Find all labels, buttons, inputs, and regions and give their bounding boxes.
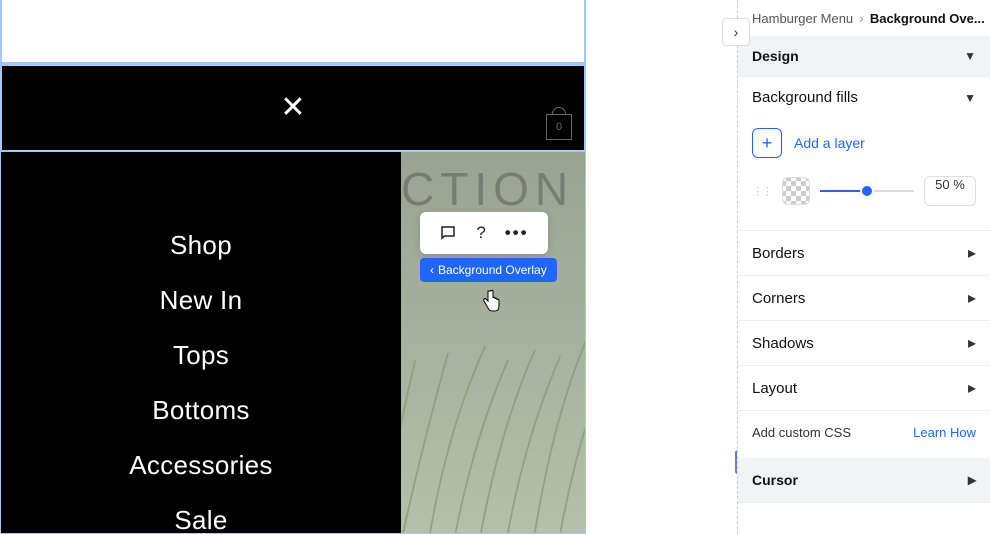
add-layer-row: + Add a layer xyxy=(752,128,976,158)
layout-row[interactable]: Layout ▸ xyxy=(738,365,990,410)
opacity-slider[interactable] xyxy=(820,181,914,201)
custom-css-label: Add custom CSS xyxy=(752,425,851,440)
caret-down-icon: ▼ xyxy=(964,91,976,105)
breadcrumb-parent[interactable]: Hamburger Menu xyxy=(752,11,853,26)
close-icon[interactable]: ✕ xyxy=(280,93,305,123)
canvas[interactable]: ✕ Shop New In Tops Bottoms Accessories S… xyxy=(0,0,738,534)
background-fills-body: + Add a layer ⋮⋮ 50 % xyxy=(738,118,990,230)
background-fills-header[interactable]: Background fills ▼ xyxy=(738,77,990,118)
add-layer-label[interactable]: Add a layer xyxy=(794,135,865,151)
shopping-bag-icon[interactable]: 0 xyxy=(546,114,572,140)
design-label: Design xyxy=(752,48,799,64)
menu-close-bar[interactable]: ✕ xyxy=(0,64,586,152)
background-grass-image xyxy=(401,323,585,533)
menu-item-bottoms[interactable]: Bottoms xyxy=(152,395,249,426)
preview-background: CTION xyxy=(401,152,585,533)
shadows-row[interactable]: Shadows ▸ xyxy=(738,320,990,365)
design-section-header[interactable]: Design ▼ xyxy=(738,36,990,77)
element-toolbar: ? ••• xyxy=(420,212,548,254)
preview-top-selection[interactable] xyxy=(0,0,586,64)
bag-count: 0 xyxy=(556,121,562,133)
chevron-left-icon: ‹ xyxy=(430,263,434,277)
hamburger-menu-overlay: Shop New In Tops Bottoms Accessories Sal… xyxy=(1,152,401,533)
opacity-input[interactable]: 50 % xyxy=(924,176,976,206)
cursor-label: Cursor xyxy=(752,472,798,488)
menu-item-accessories[interactable]: Accessories xyxy=(129,450,272,481)
background-heading-text: CTION xyxy=(401,162,574,216)
menu-item-shop[interactable]: Shop xyxy=(170,230,232,261)
more-icon[interactable]: ••• xyxy=(505,223,529,243)
chevron-right-icon: ▸ xyxy=(968,243,976,263)
layout-label: Layout xyxy=(752,380,797,397)
menu-item-sale[interactable]: Sale xyxy=(174,505,227,534)
help-icon[interactable]: ? xyxy=(476,223,485,243)
slider-thumb[interactable] xyxy=(860,184,874,198)
inspector-panel: › Hamburger Menu › Background Ove... Des… xyxy=(738,0,990,534)
plus-icon: + xyxy=(762,133,773,154)
preview-body[interactable]: Shop New In Tops Bottoms Accessories Sal… xyxy=(0,152,586,534)
menu-item-new-in[interactable]: New In xyxy=(160,285,243,316)
borders-label: Borders xyxy=(752,245,805,262)
corners-label: Corners xyxy=(752,290,805,307)
caret-down-icon: ▼ xyxy=(964,49,976,63)
borders-row[interactable]: Borders ▸ xyxy=(738,230,990,275)
cursor-section-header[interactable]: Cursor ▸ xyxy=(738,458,990,503)
collapse-panel-button[interactable]: › xyxy=(722,18,750,46)
breadcrumb: Hamburger Menu › Background Ove... xyxy=(738,0,990,36)
chevron-right-icon: ▸ xyxy=(968,333,976,353)
selection-label-text: Background Overlay xyxy=(438,263,547,277)
chevron-right-icon: › xyxy=(734,24,739,40)
drag-handle-icon[interactable]: ⋮⋮ xyxy=(752,185,772,198)
background-fills-label: Background fills xyxy=(752,89,858,106)
breadcrumb-current: Background Ove... xyxy=(870,11,985,26)
chevron-right-icon: ▸ xyxy=(968,288,976,308)
fill-layer-row: ⋮⋮ 50 % xyxy=(752,176,976,206)
comment-icon[interactable] xyxy=(439,224,457,242)
chevron-right-icon: ▸ xyxy=(968,470,976,490)
chevron-right-icon: ▸ xyxy=(968,378,976,398)
selection-label[interactable]: ‹ Background Overlay xyxy=(420,258,557,282)
shadows-label: Shadows xyxy=(752,335,814,352)
add-layer-button[interactable]: + xyxy=(752,128,782,158)
learn-how-link[interactable]: Learn How xyxy=(913,425,976,440)
corners-row[interactable]: Corners ▸ xyxy=(738,275,990,320)
custom-css-row: Add custom CSS Learn How xyxy=(738,410,990,458)
color-swatch[interactable] xyxy=(782,177,810,205)
menu-item-tops[interactable]: Tops xyxy=(173,340,229,371)
chevron-right-icon: › xyxy=(859,10,864,26)
